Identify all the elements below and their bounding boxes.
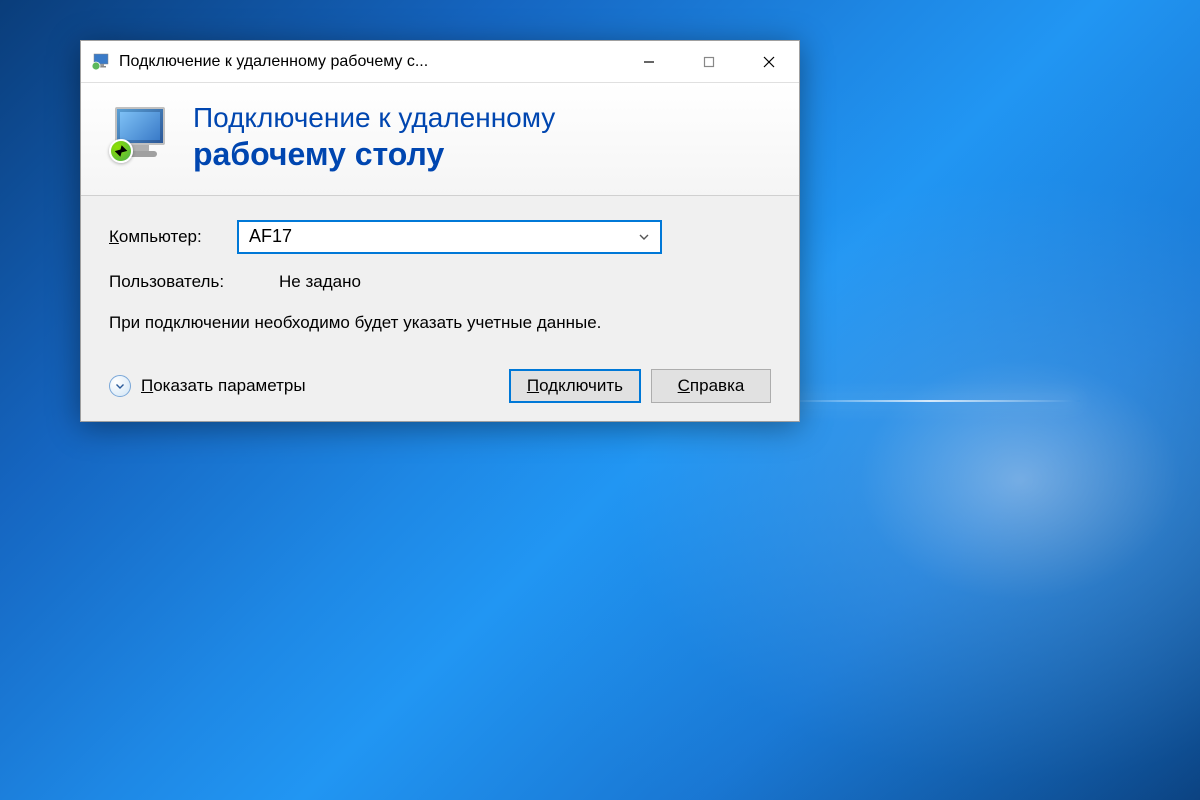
content-area: Компьютер: Пользователь: Не задано При п…	[81, 196, 799, 422]
minimize-button[interactable]	[619, 41, 679, 82]
app-icon	[91, 52, 111, 72]
computer-combobox[interactable]	[237, 220, 662, 254]
computer-input[interactable]	[249, 226, 634, 247]
chevron-down-icon[interactable]	[634, 231, 654, 243]
titlebar[interactable]: Подключение к удаленному рабочему с...	[81, 41, 799, 83]
header-line-2: рабочему столу	[193, 135, 555, 173]
chevron-down-circle-icon	[109, 375, 131, 397]
rdp-monitor-icon	[109, 105, 173, 169]
computer-row: Компьютер:	[109, 220, 771, 254]
connect-button[interactable]: Подключить	[509, 369, 641, 403]
user-row: Пользователь: Не задано	[109, 272, 771, 292]
footer: Показать параметры Подключить Справка	[109, 363, 771, 403]
user-label: Пользователь:	[109, 272, 279, 292]
close-button[interactable]	[739, 41, 799, 82]
computer-label: Компьютер:	[109, 227, 237, 247]
rdp-dialog: Подключение к удаленному рабочему с... П…	[80, 40, 800, 422]
show-options-label: Показать параметры	[141, 376, 306, 396]
user-value: Не задано	[279, 272, 361, 292]
window-controls	[619, 41, 799, 82]
window-title: Подключение к удаленному рабочему с...	[119, 53, 619, 71]
header-text: Подключение к удаленному рабочему столу	[193, 101, 555, 173]
maximize-button[interactable]	[679, 41, 739, 82]
info-text: При подключении необходимо будет указать…	[109, 310, 771, 336]
help-button[interactable]: Справка	[651, 369, 771, 403]
show-options-link[interactable]: Показать параметры	[109, 375, 306, 397]
header-panel: Подключение к удаленному рабочему столу	[81, 83, 799, 196]
header-line-1: Подключение к удаленному	[193, 101, 555, 135]
